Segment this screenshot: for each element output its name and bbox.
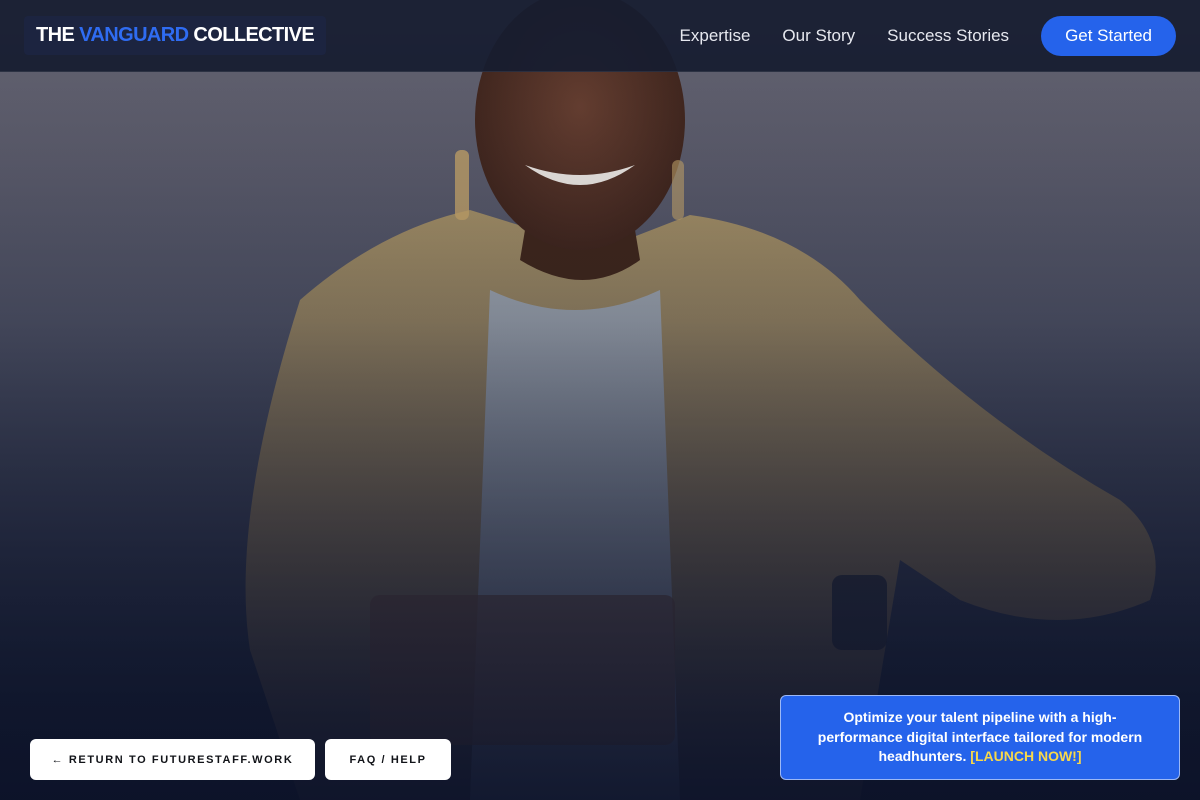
nav-link-our-story[interactable]: Our Story	[782, 26, 855, 46]
faq-help-button[interactable]: FAQ / HELP	[325, 739, 451, 780]
logo-text-the: THE	[36, 24, 80, 46]
logo-text-collective: COLLECTIVE	[188, 24, 315, 46]
logo-text-vanguard: VANGUARD	[79, 24, 189, 46]
nav-link-success-stories[interactable]: Success Stories	[887, 26, 1009, 46]
nav-link-expertise[interactable]: Expertise	[680, 26, 751, 46]
launch-now-link[interactable]: [LAUNCH NOW!]	[970, 748, 1081, 764]
site-header: THE VANGUARD COLLECTIVE Expertise Our St…	[0, 0, 1200, 72]
hero-overlay	[0, 0, 1200, 800]
brand-logo[interactable]: THE VANGUARD COLLECTIVE	[24, 16, 327, 55]
main-nav: Expertise Our Story Success Stories Get …	[680, 15, 1176, 56]
promo-banner: Optimize your talent pipeline with a hig…	[780, 695, 1180, 780]
return-to-futurestaff-button[interactable]: ← RETURN TO FUTURESTAFF.WORK	[30, 739, 315, 780]
hero-background	[0, 0, 1200, 800]
get-started-button[interactable]: Get Started	[1041, 15, 1176, 56]
